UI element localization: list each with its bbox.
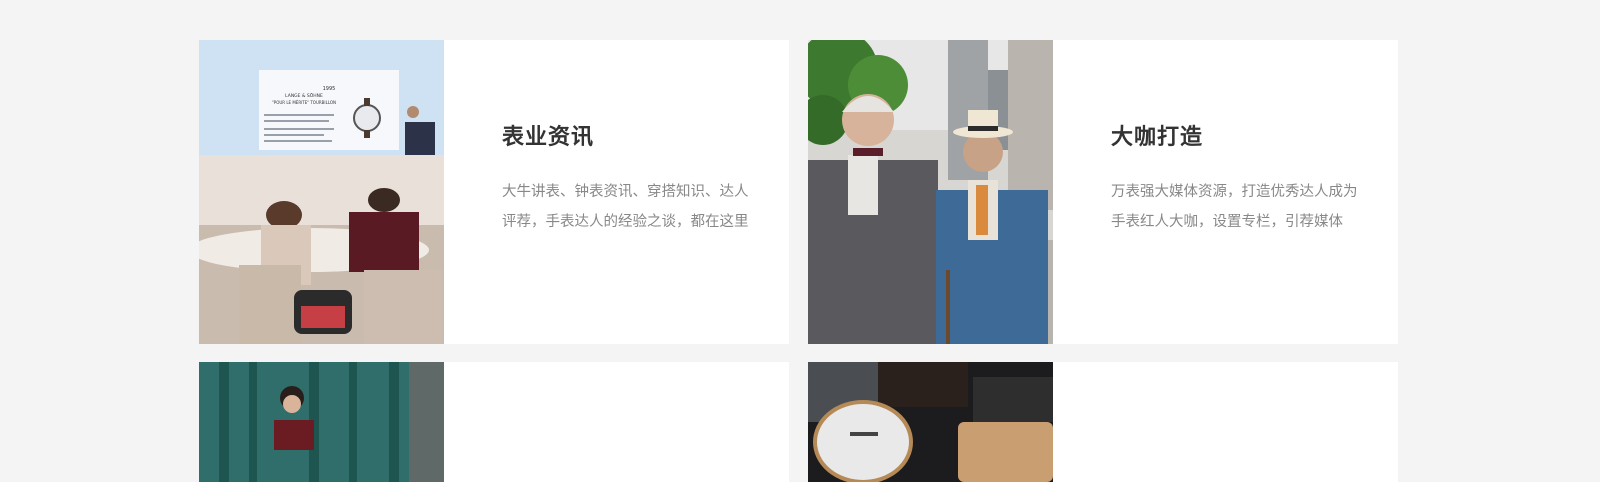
card-description: 大牛讲表、钟表资讯、穿搭知识、达人评荐，手表达人的经验之谈，都在这里 bbox=[502, 184, 749, 230]
card-text-influencer: 大咖打造 万表强大媒体资源，打造优秀达人成为手表红人大咖，设置专栏，引荐媒体 bbox=[1053, 40, 1361, 344]
card-image-gentlemen[interactable] bbox=[808, 40, 1053, 344]
feature-grid: 1995 LANGE & SÖHNE "POUR LE MÉRITE" TOUR… bbox=[199, 40, 1401, 482]
card-image-watch-seminar[interactable]: 1995 LANGE & SÖHNE "POUR LE MÉRITE" TOUR… bbox=[199, 40, 444, 344]
card-image-watch[interactable] bbox=[808, 362, 1053, 482]
slide-year: 1995 bbox=[323, 86, 336, 92]
slide-line-2: "POUR LE MÉRITE" TOURBILLON bbox=[272, 100, 336, 105]
feature-card-third[interactable] bbox=[199, 362, 789, 482]
card-title[interactable]: 表业资讯 bbox=[502, 123, 752, 153]
card-text-fourth bbox=[1053, 362, 1361, 482]
card-text-news: 表业资讯 大牛讲表、钟表资讯、穿搭知识、达人评荐，手表达人的经验之谈，都在这里 bbox=[444, 40, 752, 344]
card-description: 万表强大媒体资源，打造优秀达人成为手表红人大咖，设置专栏，引荐媒体 bbox=[1111, 184, 1358, 230]
card-text-third bbox=[444, 362, 752, 482]
feature-card-news[interactable]: 1995 LANGE & SÖHNE "POUR LE MÉRITE" TOUR… bbox=[199, 40, 789, 344]
feature-card-influencer[interactable]: 大咖打造 万表强大媒体资源，打造优秀达人成为手表红人大咖，设置专栏，引荐媒体 bbox=[808, 40, 1398, 344]
card-image-woman[interactable] bbox=[199, 362, 444, 482]
card-title[interactable]: 大咖打造 bbox=[1111, 123, 1361, 153]
feature-card-fourth[interactable] bbox=[808, 362, 1398, 482]
slide-line-1: LANGE & SÖHNE bbox=[285, 92, 323, 99]
